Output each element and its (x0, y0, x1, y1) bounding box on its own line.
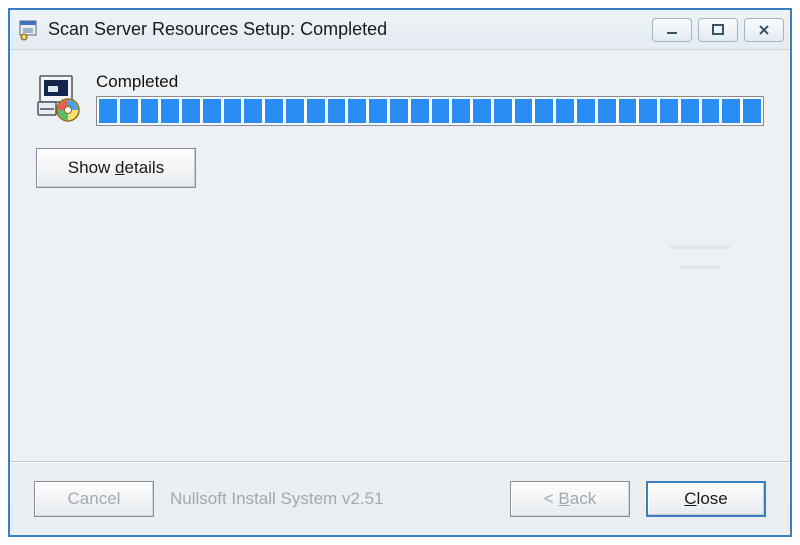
minimize-button[interactable] (652, 18, 692, 42)
back-hotkey: B (558, 489, 569, 508)
progress-segment (307, 99, 325, 123)
progress-segment (556, 99, 574, 123)
progress-segment (411, 99, 429, 123)
window-title: Scan Server Resources Setup: Completed (48, 19, 652, 40)
close-hotkey: C (684, 489, 696, 508)
progress-segment (494, 99, 512, 123)
progress-segment (452, 99, 470, 123)
setup-computer-icon (36, 74, 84, 122)
progress-segment (244, 99, 262, 123)
progress-segment (286, 99, 304, 123)
progress-segment (432, 99, 450, 123)
installer-window: Scan Server Resources Setup: Completed (8, 8, 792, 537)
progress-segment (161, 99, 179, 123)
progress-segment (515, 99, 533, 123)
back-button: < Back (510, 481, 630, 517)
status-label: Completed (96, 72, 764, 92)
show-details-post: etails (125, 158, 165, 177)
progress-segment (639, 99, 657, 123)
decorative-artifact (680, 265, 720, 269)
progress-segment (203, 99, 221, 123)
titlebar[interactable]: Scan Server Resources Setup: Completed (10, 10, 790, 50)
progress-segment (619, 99, 637, 123)
progress-segment (681, 99, 699, 123)
progress-segment (99, 99, 117, 123)
progress-segment (577, 99, 595, 123)
branding-text: Nullsoft Install System v2.51 (170, 489, 384, 509)
progress-segment (328, 99, 346, 123)
progress-segment (473, 99, 491, 123)
progress-segment (265, 99, 283, 123)
back-post: ack (570, 489, 596, 508)
progress-segment (348, 99, 366, 123)
show-details-button[interactable]: Show details (36, 148, 196, 188)
progress-segment (722, 99, 740, 123)
progress-segment (224, 99, 242, 123)
progress-segment (369, 99, 387, 123)
progress-segment (182, 99, 200, 123)
footer: Cancel Nullsoft Install System v2.51 < B… (10, 461, 790, 535)
show-details-pre: Show (68, 158, 115, 177)
progress-segment (660, 99, 678, 123)
minimize-icon (665, 23, 679, 37)
close-button[interactable]: Close (646, 481, 766, 517)
close-window-button[interactable] (744, 18, 784, 42)
back-pre: < (544, 489, 559, 508)
maximize-button[interactable] (698, 18, 738, 42)
window-controls (652, 18, 784, 42)
show-details-hotkey: d (115, 158, 124, 177)
close-post: lose (697, 489, 728, 508)
progress-segment (141, 99, 159, 123)
close-icon (757, 23, 771, 37)
progress-segment (120, 99, 138, 123)
progress-segment (535, 99, 553, 123)
progress-segment (598, 99, 616, 123)
cancel-button: Cancel (34, 481, 154, 517)
installer-app-icon (18, 19, 40, 41)
content-area: Completed Show details (10, 50, 790, 461)
maximize-icon (711, 23, 725, 37)
progress-bar (96, 96, 764, 126)
progress-segment (743, 99, 761, 123)
progress-segment (702, 99, 720, 123)
progress-segment (390, 99, 408, 123)
decorative-artifact (670, 245, 730, 249)
